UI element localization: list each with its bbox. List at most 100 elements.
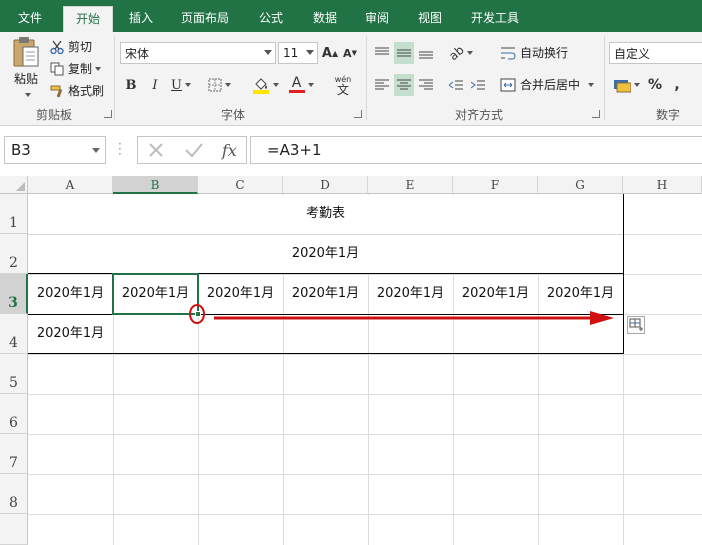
accounting-format-button[interactable] <box>610 74 642 96</box>
tab-data[interactable]: 数据 <box>302 6 348 32</box>
copy-button[interactable]: 复制 <box>50 60 102 77</box>
row-header-4[interactable]: 4 <box>0 314 28 354</box>
ribbon-tab-bar: 文件 开始 插入 页面布局 公式 数据 审阅 视图 开发工具 <box>0 0 702 32</box>
insert-function-button[interactable]: fx <box>222 141 237 160</box>
align-center-button[interactable] <box>394 74 414 96</box>
align-right-button[interactable] <box>416 74 436 96</box>
column-header-b[interactable]: B <box>113 176 198 194</box>
phonetic-guide-button[interactable]: wén 文 <box>326 72 360 98</box>
orientation-dropdown-icon[interactable] <box>466 51 473 55</box>
group-separator <box>366 36 367 120</box>
clipboard-launcher-icon[interactable] <box>104 110 112 118</box>
increase-indent-button[interactable] <box>468 74 488 96</box>
underline-button[interactable]: U <box>168 74 194 96</box>
borders-dropdown-icon[interactable] <box>224 83 231 87</box>
tab-home[interactable]: 开始 <box>63 6 113 32</box>
cell-a4[interactable]: 2020年1月 <box>28 314 113 354</box>
alignment-launcher-icon[interactable] <box>592 110 600 118</box>
row-header-8[interactable]: 8 <box>0 474 28 514</box>
align-top-button[interactable] <box>372 42 392 64</box>
column-header-h[interactable]: H <box>623 176 702 194</box>
tab-page-layout[interactable]: 页面布局 <box>172 6 238 32</box>
tab-insert[interactable]: 插入 <box>118 6 164 32</box>
borders-button[interactable] <box>202 74 236 96</box>
align-middle-button[interactable] <box>394 42 414 64</box>
merge-center-button[interactable]: 合并后居中 <box>500 76 595 93</box>
formula-bar-resize-handle[interactable]: · · · <box>118 138 122 160</box>
cell-c3[interactable]: 2020年1月 <box>198 274 283 314</box>
cut-button[interactable]: 剪切 <box>50 38 92 55</box>
tab-view[interactable]: 视图 <box>407 6 453 32</box>
scissors-icon <box>50 40 64 54</box>
name-box[interactable]: B3 <box>4 136 106 164</box>
font-color-button[interactable]: A <box>284 74 318 96</box>
cell-a2-merged[interactable]: 2020年1月 <box>28 234 623 274</box>
cell-a3[interactable]: 2020年1月 <box>28 274 113 314</box>
align-bottom-button[interactable] <box>416 42 436 64</box>
tab-review[interactable]: 审阅 <box>354 6 400 32</box>
underline-dropdown-icon[interactable] <box>184 83 191 87</box>
column-header-e[interactable]: E <box>368 176 453 194</box>
shrink-font-button[interactable]: A ▼ <box>342 42 358 64</box>
row-header-2[interactable]: 2 <box>0 234 28 274</box>
row-header-7[interactable]: 7 <box>0 434 28 474</box>
cell-d3[interactable]: 2020年1月 <box>283 274 368 314</box>
grow-font-button[interactable]: A ▲ <box>322 42 338 64</box>
auto-fill-options-button[interactable] <box>627 316 645 334</box>
copy-dropdown-icon[interactable] <box>95 66 102 71</box>
font-color-swatch <box>288 90 305 93</box>
font-launcher-icon[interactable] <box>354 110 362 118</box>
percent-button[interactable]: % <box>646 74 664 96</box>
fill-color-dropdown-icon[interactable] <box>272 83 279 87</box>
group-separator <box>604 36 605 120</box>
format-painter-label: 格式刷 <box>68 84 105 98</box>
align-left-button[interactable] <box>372 74 392 96</box>
bold-button[interactable]: B <box>122 74 140 96</box>
column-header-d[interactable]: D <box>283 176 368 194</box>
font-color-dropdown-icon[interactable] <box>307 83 314 87</box>
format-painter-button[interactable]: 格式刷 <box>50 82 104 99</box>
comma-button[interactable]: , <box>668 74 686 96</box>
number-format-select[interactable]: 自定义 <box>609 42 702 64</box>
column-header-a[interactable]: A <box>28 176 113 194</box>
orientation-button[interactable]: ab <box>446 42 476 64</box>
accounting-dropdown-icon[interactable] <box>633 83 640 87</box>
font-family-select[interactable]: 宋体 <box>120 42 276 64</box>
wrap-text-button[interactable]: 自动换行 <box>500 44 568 61</box>
cell-d1[interactable]: 考勤表 <box>283 194 368 234</box>
cut-label: 剪切 <box>68 40 93 54</box>
row-header-9[interactable] <box>0 514 28 545</box>
align-left-icon <box>375 79 389 90</box>
row-header-5[interactable]: 5 <box>0 354 28 394</box>
row-header-1[interactable]: 1 <box>0 194 28 234</box>
paste-button[interactable]: 粘贴 <box>8 36 44 102</box>
formula-input[interactable]: =A3+1 <box>250 136 702 164</box>
format-painter-icon <box>50 85 63 97</box>
decrease-indent-button[interactable] <box>446 74 466 96</box>
tab-file[interactable]: 文件 <box>0 6 60 32</box>
fill-color-button[interactable] <box>248 74 282 96</box>
text-orientation-icon: ab <box>446 42 467 64</box>
row-header-3[interactable]: 3 <box>0 274 28 314</box>
gridline <box>28 354 702 355</box>
column-header-g[interactable]: G <box>538 176 623 194</box>
column-header-f[interactable]: F <box>453 176 538 194</box>
select-all-button[interactable] <box>0 176 28 194</box>
column-header-c[interactable]: C <box>198 176 283 194</box>
number-group-label: 数字 <box>655 108 680 122</box>
enter-check-icon[interactable] <box>184 141 204 159</box>
italic-button[interactable]: I <box>146 74 164 96</box>
tab-formulas[interactable]: 公式 <box>248 6 294 32</box>
chevron-down-icon <box>264 50 272 55</box>
font-family-value: 宋体 <box>125 46 150 61</box>
cell-e3[interactable]: 2020年1月 <box>368 274 453 314</box>
font-size-select[interactable]: 11 <box>278 42 318 64</box>
merge-dropdown-icon[interactable] <box>588 82 595 87</box>
row-header-6[interactable]: 6 <box>0 394 28 434</box>
cell-f3[interactable]: 2020年1月 <box>453 274 538 314</box>
tab-developer[interactable]: 开发工具 <box>462 6 528 32</box>
align-bottom-icon <box>419 51 433 59</box>
cancel-icon[interactable] <box>147 141 165 159</box>
paste-dropdown-icon[interactable] <box>24 93 31 97</box>
cell-g3[interactable]: 2020年1月 <box>538 274 623 314</box>
